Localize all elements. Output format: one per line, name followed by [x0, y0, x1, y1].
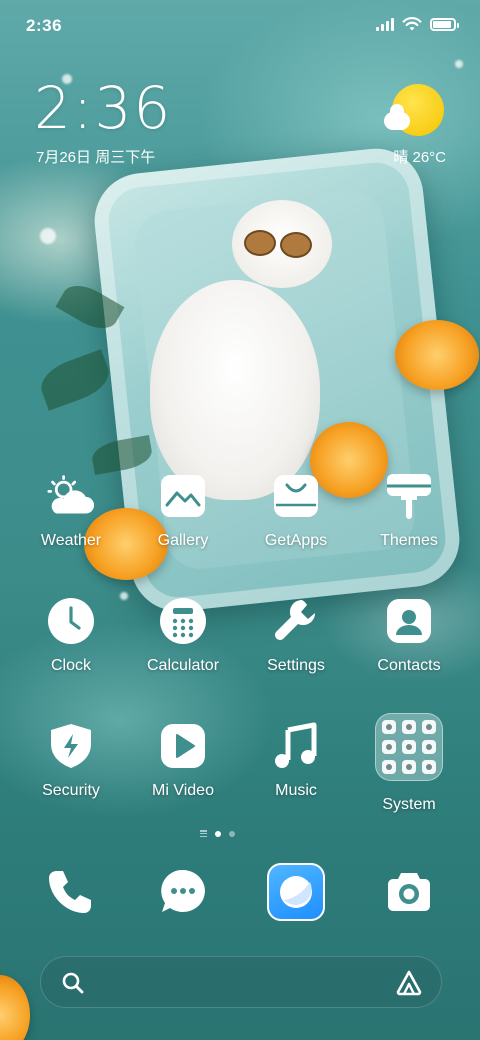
signal-icon [376, 17, 394, 31]
battery-level [433, 20, 451, 28]
settings-icon [272, 597, 320, 645]
home-screen: 2:36 2:36 7月26日 周三下午 晴 26°C Weather Gall… [0, 0, 480, 1040]
wallpaper-cat-body [150, 280, 320, 500]
app-gallery[interactable]: Gallery [128, 472, 238, 550]
app-label: Music [275, 782, 317, 799]
app-label: Clock [50, 657, 91, 674]
phone-icon [49, 871, 91, 913]
wallpaper-orange-slice [395, 320, 479, 390]
app-label: Themes [380, 532, 438, 549]
app-calculator[interactable]: Calculator [128, 597, 238, 675]
wallpaper-leaf [35, 349, 115, 411]
browser-icon [267, 863, 325, 921]
widget-weather-text: 晴 26°C [393, 149, 446, 166]
music-icon [272, 722, 320, 770]
search-icon [62, 972, 84, 994]
app-music[interactable]: Music [241, 722, 351, 800]
page-indicator[interactable] [200, 830, 235, 837]
page-dot-active [215, 830, 221, 837]
getapps-icon [272, 472, 320, 520]
weather-icon [47, 472, 95, 520]
folder-icon [375, 713, 443, 781]
app-themes[interactable]: Themes [354, 472, 464, 550]
wallpaper-orange-slice [0, 975, 30, 1040]
widget-clock[interactable]: 2:36 [34, 74, 172, 142]
wallpaper-leaf [89, 435, 155, 475]
app-contacts[interactable]: Contacts [354, 597, 464, 675]
page-dot [229, 830, 235, 837]
app-getapps[interactable]: GetApps [241, 472, 351, 550]
cloud-icon [384, 104, 410, 130]
calculator-icon [159, 597, 207, 645]
camera-icon [388, 873, 430, 911]
app-mi-video[interactable]: Mi Video [128, 722, 238, 800]
mi-video-icon [159, 722, 207, 770]
app-label: Weather [40, 532, 102, 549]
app-security[interactable]: Security [16, 722, 126, 800]
wallpaper-sparkle [455, 60, 463, 68]
app-settings[interactable]: Settings [241, 597, 351, 675]
widget-date: 7月26日 周三下午 [36, 149, 156, 166]
clock-icon [47, 597, 95, 645]
app-label: Settings [267, 657, 325, 674]
app-label: Mi Video [152, 782, 214, 799]
messages-icon [161, 869, 205, 912]
app-label: Gallery [157, 532, 209, 549]
dock-phone[interactable] [40, 862, 100, 922]
app-label: GetApps [264, 532, 328, 549]
battery-icon [430, 17, 459, 31]
app-label: Calculator [146, 657, 220, 674]
wallpaper-sparkle [40, 228, 56, 244]
app-label: Contacts [377, 657, 441, 674]
status-time: 2:36 [26, 16, 63, 35]
dock-camera[interactable] [379, 862, 439, 922]
search-bar[interactable] [40, 956, 442, 1008]
wallpaper-cat-head [232, 200, 332, 288]
dock-messages[interactable] [153, 862, 213, 922]
wifi-icon [402, 17, 422, 31]
themes-icon [385, 472, 433, 520]
app-clock[interactable]: Clock [16, 597, 126, 675]
app-label: Security [42, 782, 100, 799]
assistant-icon[interactable] [395, 969, 423, 997]
gallery-icon [159, 472, 207, 520]
app-weather[interactable]: Weather [16, 472, 126, 550]
status-bar: 2:36 [0, 0, 480, 52]
wallpaper-leaf [55, 277, 125, 337]
status-icons [376, 16, 459, 32]
dock-browser[interactable] [266, 862, 326, 922]
folder-system[interactable]: System [354, 713, 464, 814]
wallpaper-sunglasses-right [280, 232, 312, 258]
wallpaper-sunglasses-left [244, 230, 276, 256]
app-label: System [382, 796, 436, 813]
security-icon [47, 722, 95, 770]
menu-lines-icon [200, 830, 207, 837]
contacts-icon [385, 597, 433, 645]
